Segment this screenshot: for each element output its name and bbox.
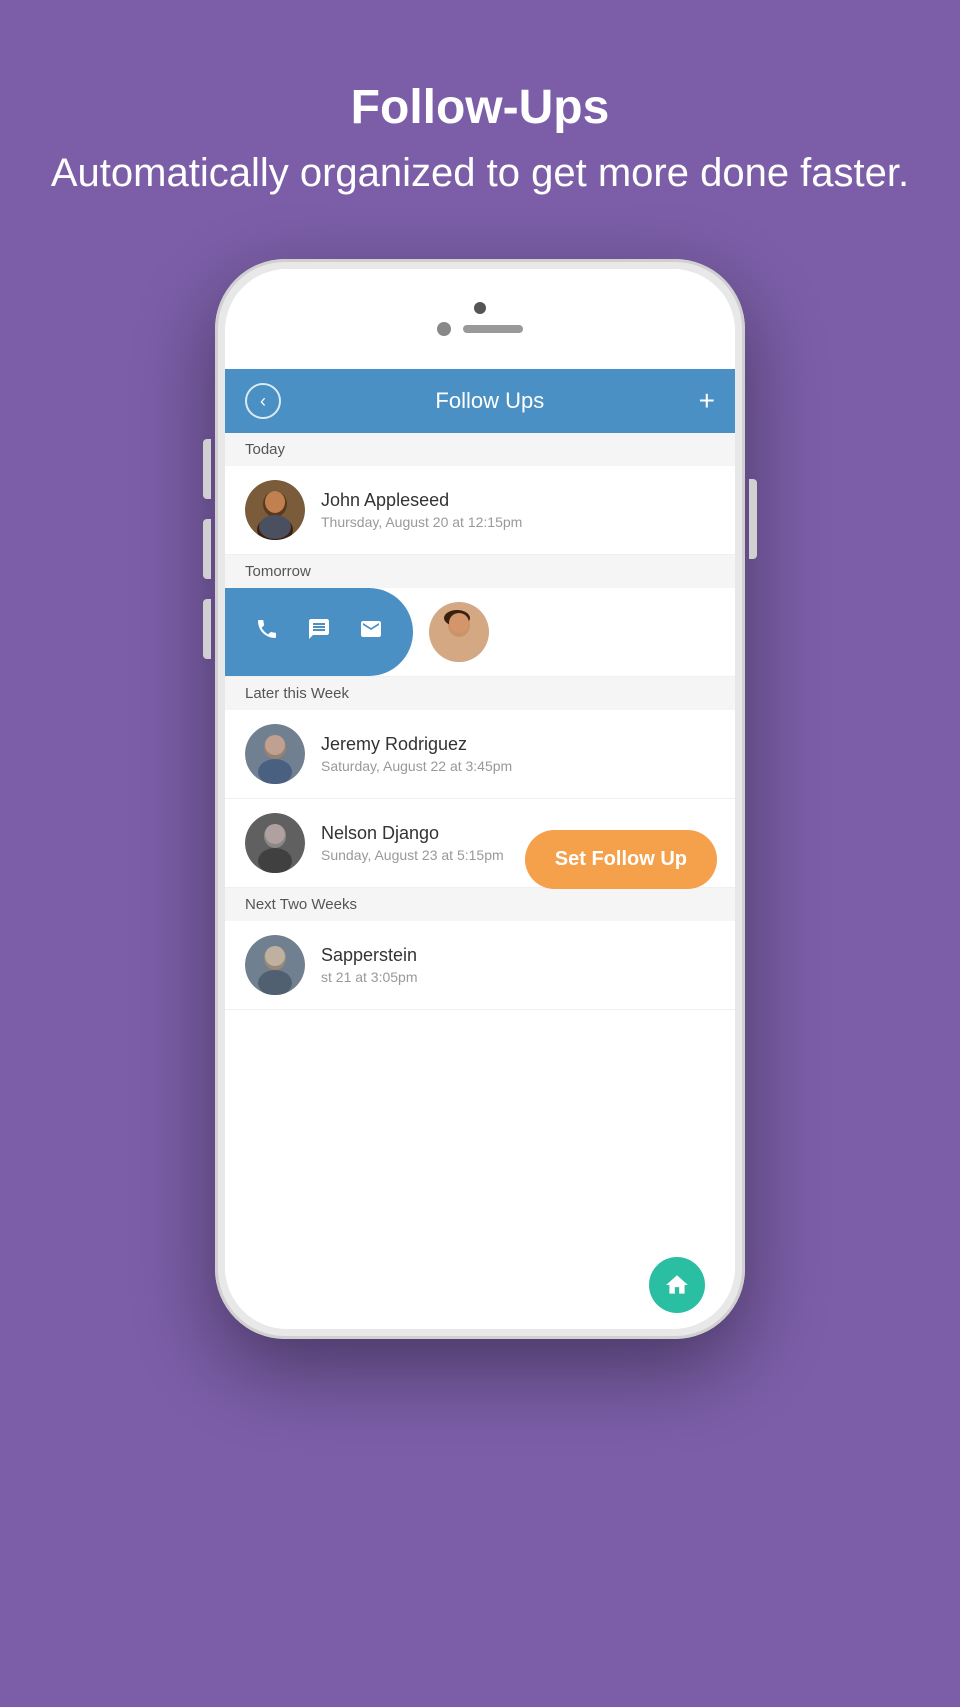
chevron-left-icon: ‹ xyxy=(260,391,266,412)
home-fab-button[interactable] xyxy=(649,1257,705,1313)
contact-time: Saturday, August 22 at 3:45pm xyxy=(321,758,715,774)
phone-icon xyxy=(255,617,279,647)
hero-title: Follow-Ups xyxy=(0,80,960,135)
contact-name: John Appleseed xyxy=(321,490,715,511)
section-tomorrow: Tomorrow xyxy=(225,555,735,588)
phone-inner: ‹ Follow Ups + Today xyxy=(225,269,735,1329)
app-title: Follow Ups xyxy=(435,388,544,414)
table-row[interactable]: Sapperstein st 21 at 3:05pm Set Follow U… xyxy=(225,921,735,1010)
contact-name: Jeremy Rodriguez xyxy=(321,734,715,755)
speaker-grille xyxy=(463,325,523,333)
table-row[interactable]: Jeremy Rodriguez Saturday, August 22 at … xyxy=(225,710,735,799)
avatar xyxy=(429,602,489,662)
avatar xyxy=(245,724,305,784)
avatar xyxy=(245,480,305,540)
contact-info: Sapperstein st 21 at 3:05pm xyxy=(321,945,715,985)
phone-mockup: ‹ Follow Ups + Today xyxy=(0,259,960,1339)
follow-ups-list: Today Joh xyxy=(225,433,735,1249)
home-icon xyxy=(664,1272,690,1298)
section-today: Today xyxy=(225,433,735,466)
avatar xyxy=(245,813,305,873)
plus-icon: + xyxy=(699,385,715,416)
swipe-action-bar xyxy=(225,588,413,676)
set-follow-up-button[interactable]: Set Follow Up xyxy=(525,830,717,889)
phone-top-bezel xyxy=(225,269,735,369)
phone-bottom-bezel xyxy=(225,1249,735,1329)
speaker-area xyxy=(437,322,523,336)
contact-info: John Appleseed Thursday, August 20 at 12… xyxy=(321,490,715,530)
section-next-two-weeks: Next Two Weeks xyxy=(225,888,735,921)
add-button[interactable]: + xyxy=(699,385,715,417)
front-camera xyxy=(437,322,451,336)
email-icon xyxy=(359,617,383,647)
hero-section: Follow-Ups Automatically organized to ge… xyxy=(0,0,960,239)
contact-name: Sapperstein xyxy=(321,945,715,966)
camera-dot xyxy=(474,302,486,314)
phone-frame: ‹ Follow Ups + Today xyxy=(215,259,745,1339)
section-later-week: Later this Week xyxy=(225,677,735,710)
avatar xyxy=(245,935,305,995)
app-content: ‹ Follow Ups + Today xyxy=(225,369,735,1249)
back-button[interactable]: ‹ xyxy=(245,383,281,419)
table-row[interactable]: John Appleseed Thursday, August 20 at 12… xyxy=(225,466,735,555)
avatar-container xyxy=(413,588,525,676)
contact-time: st 21 at 3:05pm xyxy=(321,969,715,985)
app-header: ‹ Follow Ups + xyxy=(225,369,735,433)
contact-info: Jeremy Rodriguez Saturday, August 22 at … xyxy=(321,734,715,774)
table-row[interactable] xyxy=(225,588,735,677)
hero-subtitle: Automatically organized to get more done… xyxy=(0,147,960,199)
chat-icon xyxy=(307,617,331,647)
contact-time: Thursday, August 20 at 12:15pm xyxy=(321,514,715,530)
